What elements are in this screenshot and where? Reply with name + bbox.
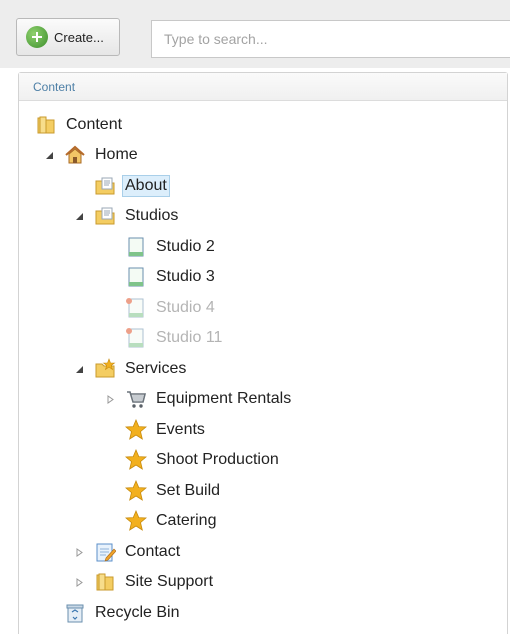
unpublished-page-icon [125,297,147,319]
tree-item-events[interactable]: Events [125,417,208,443]
search-input[interactable] [151,20,510,58]
expand-arrow-right-icon[interactable] [74,547,84,557]
tree-item-label: Recycle Bin [95,604,180,621]
document-folder-icon [94,175,116,197]
form-icon [94,541,116,563]
expand-arrow-right-icon[interactable] [105,394,115,404]
tree-item-label: Content [66,116,123,133]
tree-item-equipment-rentals[interactable]: Equipment Rentals [107,386,294,412]
cart-icon [125,388,147,410]
tree-item-studio-11[interactable]: Studio 11 [125,325,225,351]
recycle-bin-icon [64,602,86,624]
tree-item-label: Events [156,421,205,438]
tree-item-label: Equipment Rentals [156,390,292,407]
folder-icon [35,114,57,136]
tree-item-site-support[interactable]: Site Support [76,569,216,595]
content-tree: Content Home About Studios Studio 2 Studio 3 S… [19,73,509,635]
tree-item-contact[interactable]: Contact [76,539,183,565]
home-icon [64,144,86,166]
tree-item-studios[interactable]: Studios [75,203,181,229]
create-button[interactable]: Create... [16,18,120,56]
expand-arrow-down-icon[interactable] [74,211,84,221]
star-icon [125,480,147,502]
tree-item-shoot-production[interactable]: Shoot Production [125,447,282,473]
expand-arrow-down-icon[interactable] [74,364,84,374]
tree-item-content[interactable]: Content [35,112,125,138]
tree-item-label: Studio 3 [156,268,215,285]
tree-item-studio-2[interactable]: Studio 2 [125,234,218,260]
expand-arrow-right-icon[interactable] [74,577,84,587]
add-icon [26,26,48,48]
tree-item-label: Contact [125,543,181,560]
page-icon [125,266,147,288]
tree-item-label: Catering [156,512,217,529]
tree-item-catering[interactable]: Catering [125,508,219,534]
page-icon [125,236,147,258]
star-icon [125,449,147,471]
tree-item-label: Studios [125,207,179,224]
create-button-label: Create... [54,29,104,45]
folder-icon [94,571,116,593]
content-panel: Content Content Home About Studios Studio 2 S… [18,72,508,634]
tree-item-label: Studio 11 [156,329,223,346]
tree-item-label: Set Build [156,482,221,499]
document-folder-icon [94,205,116,227]
star-icon [125,510,147,532]
tree-item-label: Shoot Production [156,451,279,468]
star-folder-icon [94,358,116,380]
tree-item-studio-4[interactable]: Studio 4 [125,295,218,321]
tree-item-label: About [122,175,170,197]
tree-item-recycle-bin[interactable]: Recycle Bin [64,600,182,626]
toolbar: Create... [0,0,510,68]
tree-item-about[interactable]: About [94,173,170,199]
star-icon [125,419,147,441]
tree-item-label: Site Support [125,573,214,590]
tree-item-label: Studio 2 [156,238,215,255]
tree-item-studio-3[interactable]: Studio 3 [125,264,218,290]
tree-item-label: Services [125,360,187,377]
tree-item-home[interactable]: Home [45,142,141,168]
unpublished-page-icon [125,327,147,349]
tree-item-services[interactable]: Services [75,356,189,382]
tree-item-label: Home [95,146,138,163]
tree-item-label: Studio 4 [156,299,215,316]
tree-item-set-build[interactable]: Set Build [125,478,223,504]
expand-arrow-down-icon[interactable] [44,150,54,160]
